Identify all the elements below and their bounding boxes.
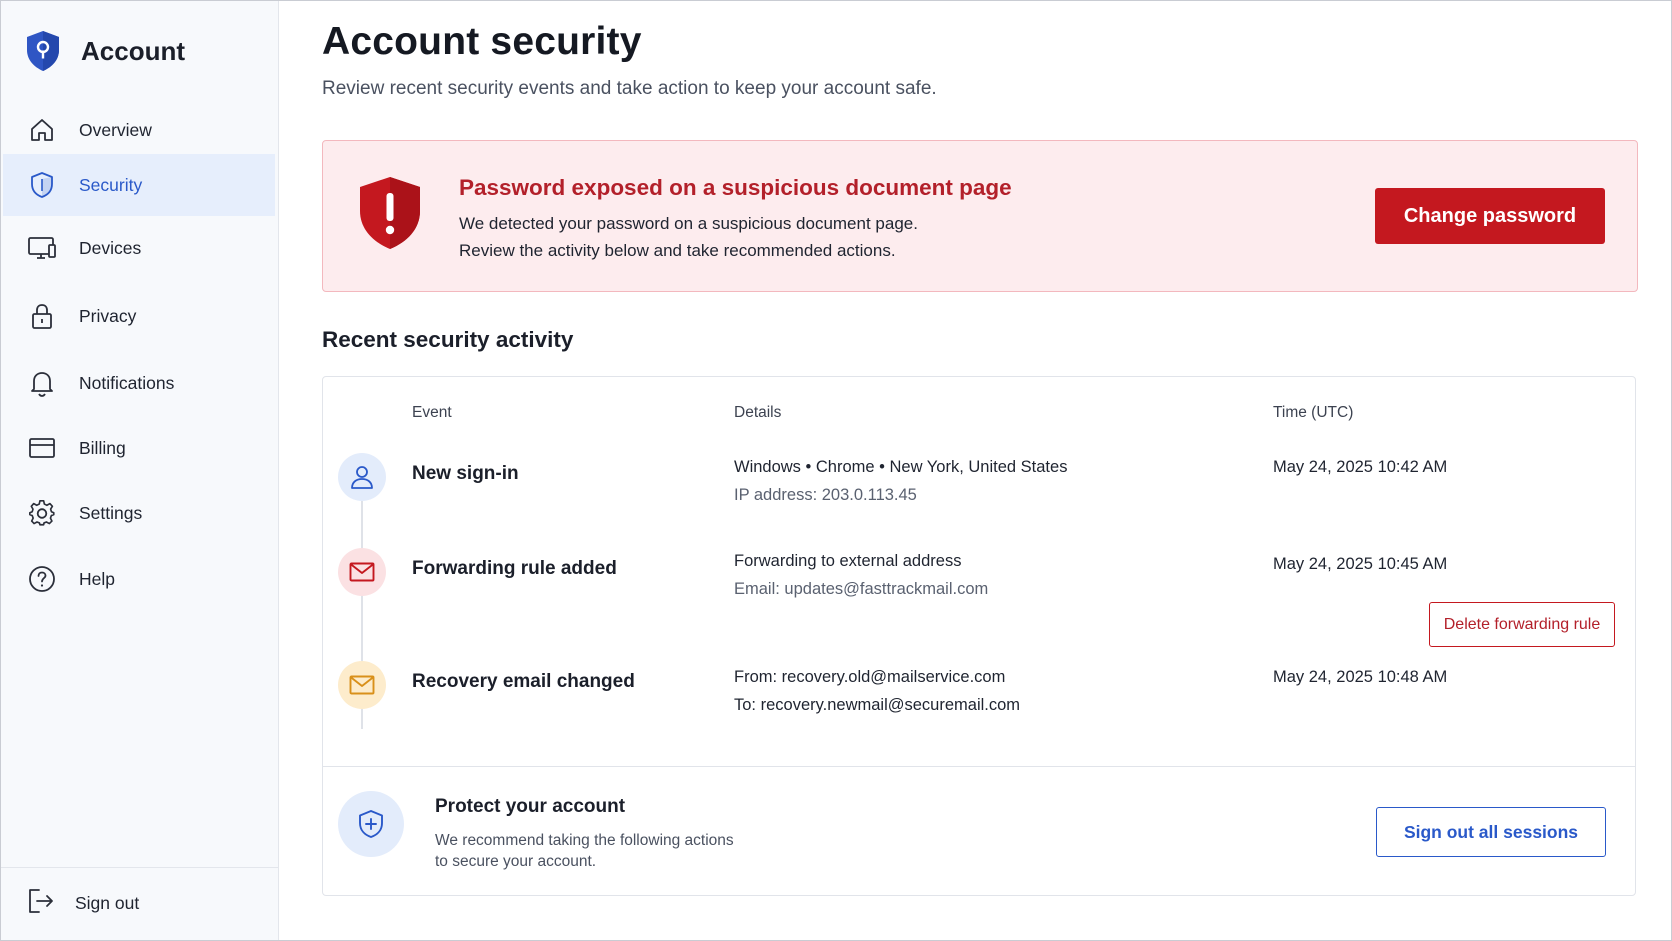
column-header-details: Details <box>734 404 782 421</box>
sidebar-item-devices[interactable]: Devices <box>3 217 275 279</box>
brand: Account <box>25 29 185 73</box>
page-subtitle: Review recent security events and take a… <box>322 78 937 99</box>
event-time: May 24, 2025 10:48 AM <box>1273 668 1448 686</box>
event-detail: Forwarding to external address <box>734 552 962 570</box>
home-icon <box>27 115 57 145</box>
sidebar-item-overview[interactable]: Overview <box>3 99 275 161</box>
password-exposed-alert: Password exposed on a suspicious documen… <box>322 140 1638 292</box>
event-time: May 24, 2025 10:42 AM <box>1273 458 1448 476</box>
event-time: May 24, 2025 10:45 AM <box>1273 555 1448 573</box>
sidebar-item-label: Overview <box>79 119 152 140</box>
column-header-time: Time (UTC) <box>1273 404 1354 421</box>
protect-message: to secure your account. <box>435 853 597 870</box>
alert-message: We detected your password on a suspiciou… <box>459 214 918 233</box>
sidebar-item-help[interactable]: Help <box>3 548 275 610</box>
activity-card: Event Details Time (UTC) New sign-in Win… <box>322 376 1636 896</box>
gear-icon <box>27 498 57 528</box>
protect-title: Protect your account <box>435 796 626 817</box>
sidebar-item-billing[interactable]: Billing <box>3 417 275 479</box>
lock-icon <box>27 301 57 331</box>
brand-name: Account <box>81 35 185 66</box>
sidebar-item-settings[interactable]: Settings <box>3 482 275 544</box>
page-title: Account security <box>322 20 642 63</box>
sign-out-label: Sign out <box>75 892 140 913</box>
alert-title: Password exposed on a suspicious documen… <box>459 175 1012 200</box>
card-divider <box>323 766 1635 767</box>
shield-logo-icon <box>27 31 59 71</box>
event-name: New sign-in <box>412 463 519 484</box>
sign-out-all-sessions-button[interactable]: Sign out all sessions <box>1376 807 1606 857</box>
sidebar-item-label: Privacy <box>79 305 137 326</box>
mail-icon <box>338 548 386 596</box>
sidebar: Account Overview Security Devices Privac… <box>1 1 279 940</box>
event-name: Forwarding rule added <box>412 558 617 579</box>
sidebar-item-label: Settings <box>79 502 143 523</box>
section-title: Recent security activity <box>322 327 574 352</box>
event-detail-sub: IP address: 203.0.113.45 <box>734 486 917 504</box>
event-detail: Windows • Chrome • New York, United Stat… <box>734 458 1068 476</box>
sidebar-item-label: Security <box>79 174 143 195</box>
shield-plus-icon <box>338 791 404 857</box>
protect-message: We recommend taking the following action… <box>435 832 734 849</box>
change-password-button[interactable]: Change password <box>1375 188 1605 244</box>
event-detail: From: recovery.old@mailservice.com <box>734 668 1006 686</box>
event-name: Recovery email changed <box>412 671 635 692</box>
sidebar-item-label: Help <box>79 568 115 589</box>
mail-icon <box>338 661 386 709</box>
alert-message: Review the activity below and take recom… <box>459 241 896 260</box>
sidebar-item-privacy[interactable]: Privacy <box>3 285 275 347</box>
sidebar-item-label: Notifications <box>79 372 175 393</box>
delete-forwarding-rule-button[interactable]: Delete forwarding rule <box>1429 602 1615 647</box>
shield-alert-icon <box>360 177 420 249</box>
column-header-event: Event <box>412 404 452 421</box>
credit-card-icon <box>27 433 57 463</box>
event-detail-sub: To: recovery.newmail@securemail.com <box>734 696 1021 714</box>
help-circle-icon <box>27 564 57 594</box>
event-detail-sub: Email: updates@fasttrackmail.com <box>734 580 989 598</box>
monitor-icon <box>27 233 57 263</box>
bell-icon <box>27 368 57 398</box>
sidebar-item-label: Devices <box>79 237 142 258</box>
sidebar-item-label: Billing <box>79 437 126 458</box>
sidebar-divider <box>1 867 278 868</box>
user-icon <box>338 453 386 501</box>
sidebar-item-notifications[interactable]: Notifications <box>3 352 275 414</box>
sidebar-item-security[interactable]: Security <box>3 154 275 216</box>
sign-out-button[interactable]: Sign out <box>3 873 275 933</box>
shield-icon <box>27 170 57 200</box>
sign-out-icon <box>27 887 55 920</box>
